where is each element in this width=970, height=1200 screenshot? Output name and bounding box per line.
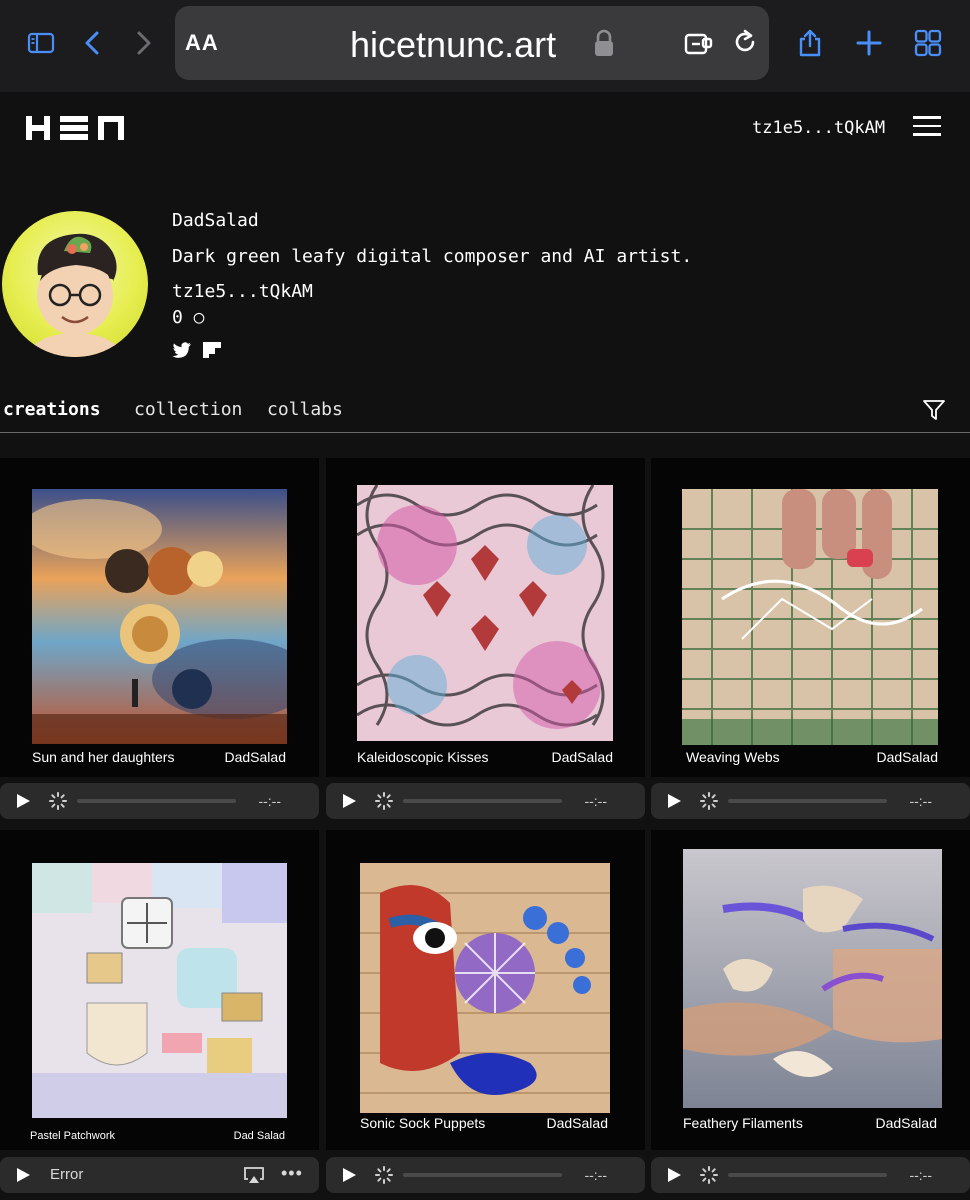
error-text: Error (50, 1166, 84, 1183)
audio-player: --:-- (651, 1157, 970, 1193)
progress-track[interactable] (403, 1173, 562, 1177)
loading-spinner-icon (700, 1166, 718, 1184)
tab-collabs[interactable]: collabs (267, 399, 343, 420)
url-text[interactable]: hicetnunc.art (350, 24, 556, 66)
tabs-divider (0, 432, 970, 433)
time-display: --:-- (258, 793, 281, 809)
time-display: --:-- (584, 1167, 607, 1183)
play-icon[interactable] (17, 1168, 30, 1182)
card-title[interactable]: Weaving Webs (686, 749, 780, 765)
time-display: --:-- (909, 1167, 932, 1183)
profile-name: DadSalad (172, 210, 259, 231)
reload-icon[interactable] (731, 27, 759, 57)
token-card[interactable]: Pastel Patchwork Dad Salad (0, 830, 319, 1150)
tab-collection[interactable]: collection (134, 399, 242, 420)
token-card[interactable]: Feathery Filaments DadSalad (651, 830, 970, 1150)
token-card[interactable]: Kaleidoscopic Kisses DadSalad (326, 458, 645, 777)
extension-icon[interactable] (683, 28, 715, 58)
artwork-image[interactable] (32, 489, 287, 744)
loading-spinner-icon (700, 792, 718, 810)
tab-creations[interactable]: creations (3, 399, 101, 420)
audio-player: --:-- (0, 783, 319, 819)
flipboard-icon[interactable] (202, 341, 222, 359)
text-size-button[interactable]: AA (185, 30, 219, 56)
loading-spinner-icon (49, 792, 67, 810)
play-icon[interactable] (668, 794, 681, 808)
wallet-address[interactable]: tz1e5...tQkAM (752, 118, 885, 138)
token-card[interactable]: Sonic Sock Puppets DadSalad (326, 830, 645, 1150)
audio-player: Error ••• (0, 1157, 319, 1193)
progress-track[interactable] (728, 1173, 887, 1177)
filter-icon[interactable] (922, 399, 946, 421)
more-options-icon[interactable]: ••• (281, 1163, 303, 1184)
card-artist[interactable]: DadSalad (876, 1115, 938, 1131)
profile-count: 0 ○ (172, 307, 205, 328)
loading-spinner-icon (375, 1166, 393, 1184)
browser-toolbar: AA hicetnunc.art (0, 0, 970, 92)
card-title[interactable]: Sonic Sock Puppets (360, 1115, 485, 1131)
play-icon[interactable] (17, 794, 30, 808)
time-display: --:-- (584, 793, 607, 809)
card-title[interactable]: Sun and her daughters (32, 749, 174, 765)
card-title[interactable]: Pastel Patchwork (30, 1130, 115, 1142)
tabs-overview-icon[interactable] (911, 26, 945, 60)
play-icon[interactable] (343, 794, 356, 808)
profile-bio: Dark green leafy digital composer and AI… (172, 246, 693, 267)
forward-icon[interactable] (126, 26, 160, 60)
progress-track[interactable] (77, 799, 236, 803)
card-artist[interactable]: DadSalad (877, 749, 939, 765)
artwork-image[interactable] (360, 863, 610, 1113)
card-artist[interactable]: DadSalad (552, 749, 614, 765)
hamburger-menu-icon[interactable] (913, 116, 941, 138)
artwork-image[interactable] (357, 485, 613, 741)
artwork-image[interactable] (682, 489, 938, 745)
twitter-icon[interactable] (172, 341, 192, 359)
play-icon[interactable] (668, 1168, 681, 1182)
airplay-icon[interactable] (243, 1166, 265, 1184)
loading-spinner-icon (375, 792, 393, 810)
artwork-image[interactable] (683, 849, 942, 1108)
site-content: tz1e5...tQkAM DadSalad Dark green leafy … (0, 92, 970, 1200)
audio-player: --:-- (326, 783, 645, 819)
token-card[interactable]: Weaving Webs DadSalad (651, 458, 970, 777)
new-tab-icon[interactable] (852, 26, 886, 60)
token-card[interactable]: Sun and her daughters DadSalad (0, 458, 319, 777)
profile-address[interactable]: tz1e5...tQkAM (172, 281, 313, 302)
audio-player: --:-- (651, 783, 970, 819)
progress-track[interactable] (728, 799, 887, 803)
back-icon[interactable] (76, 26, 110, 60)
play-icon[interactable] (343, 1168, 356, 1182)
artwork-image[interactable] (32, 863, 287, 1118)
card-artist[interactable]: DadSalad (225, 749, 287, 765)
lock-icon (595, 29, 613, 56)
audio-player: --:-- (326, 1157, 645, 1193)
share-icon[interactable] (793, 26, 827, 60)
avatar (2, 211, 148, 357)
card-title[interactable]: Kaleidoscopic Kisses (357, 749, 489, 765)
card-artist[interactable]: DadSalad (547, 1115, 609, 1131)
time-display: --:-- (909, 793, 932, 809)
card-title[interactable]: Feathery Filaments (683, 1115, 803, 1131)
progress-track[interactable] (403, 799, 562, 803)
hen-logo[interactable] (26, 114, 124, 142)
card-artist[interactable]: Dad Salad (234, 1130, 285, 1142)
sidebar-icon[interactable] (24, 26, 58, 60)
address-bar[interactable]: AA hicetnunc.art (175, 6, 769, 80)
